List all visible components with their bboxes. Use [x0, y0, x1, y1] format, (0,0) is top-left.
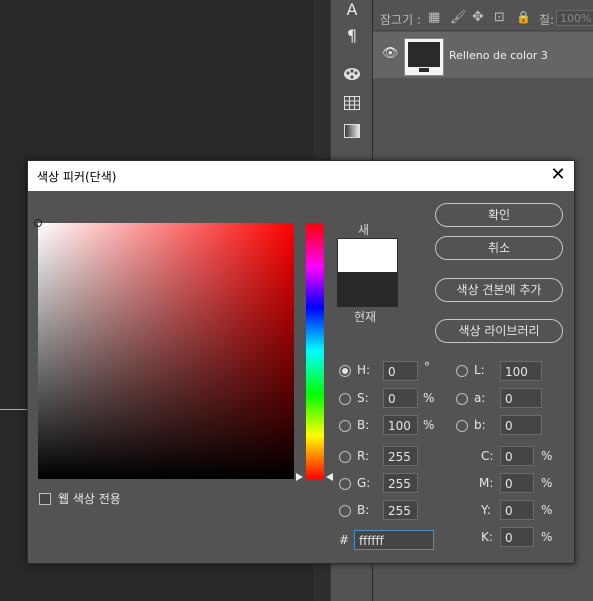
web-colors-checkbox[interactable]: [39, 493, 51, 505]
yellow-label: Y:: [481, 503, 491, 517]
cyan-label: C:: [481, 449, 494, 463]
lab-b-radio[interactable]: [456, 420, 468, 432]
blue-label: B:: [357, 503, 370, 517]
color-field[interactable]: [34, 219, 294, 479]
ok-button[interactable]: 확인: [435, 203, 563, 227]
paragraph-icon[interactable]: ¶: [331, 26, 373, 45]
brightness-unit: %: [423, 418, 435, 432]
dialog-title: 색상 피커(단색): [37, 170, 117, 184]
lock-icon[interactable]: 🔒: [516, 10, 531, 24]
red-input[interactable]: 255: [383, 446, 418, 466]
green-label: G:: [357, 476, 371, 490]
magenta-input[interactable]: 0: [500, 473, 534, 493]
gradient-icon[interactable]: [331, 123, 373, 142]
black-input[interactable]: 0: [500, 527, 534, 547]
fill-input[interactable]: 100%: [556, 10, 593, 26]
yellow-input[interactable]: 0: [500, 500, 534, 520]
current-color-label: 현재: [354, 310, 377, 324]
type-tool-icon[interactable]: A: [331, 0, 373, 19]
new-color-swatch: [337, 238, 398, 273]
brightness-input[interactable]: 100: [383, 415, 418, 435]
hue-radio[interactable]: [339, 365, 351, 377]
lab-b-label: b:: [474, 418, 486, 432]
green-radio[interactable]: [339, 478, 351, 490]
magenta-label: M:: [479, 476, 494, 490]
dialog-titlebar[interactable]: 색상 피커(단색) ✕: [28, 161, 574, 191]
color-field-cursor[interactable]: [34, 219, 42, 227]
green-input[interactable]: 255: [383, 473, 418, 493]
lab-l-radio[interactable]: [456, 365, 468, 377]
black-unit: %: [541, 530, 553, 544]
lock-row: 잠그기 : ▦ 🖌 ✥ ⊡ 🔒 칠: 100%: [373, 8, 593, 31]
add-to-swatches-button[interactable]: 색상 견본에 추가: [435, 278, 563, 302]
lab-b-input[interactable]: 0: [500, 415, 542, 435]
guide-line: [0, 409, 28, 410]
hue-slider[interactable]: [306, 223, 324, 479]
current-color-swatch[interactable]: [337, 272, 398, 307]
table-icon[interactable]: [331, 95, 373, 114]
layer-thumbnail: [404, 38, 444, 76]
palette-icon[interactable]: [331, 66, 373, 85]
lab-l-input[interactable]: 100: [500, 361, 542, 381]
color-libraries-button[interactable]: 색상 라이브러리: [435, 319, 563, 343]
magenta-unit: %: [541, 476, 553, 490]
lab-a-input[interactable]: 0: [500, 388, 542, 408]
lab-a-radio[interactable]: [456, 393, 468, 405]
cyan-input[interactable]: 0: [500, 446, 534, 466]
new-color-label: 새: [358, 223, 370, 237]
saturation-input[interactable]: 0: [383, 388, 418, 408]
lock-pixels-icon[interactable]: ▦: [428, 10, 440, 25]
hue-slider-right-arrow[interactable]: [326, 473, 333, 481]
eye-icon[interactable]: 👁: [382, 46, 399, 61]
move-icon[interactable]: ✥: [472, 9, 484, 25]
hue-slider-left-arrow[interactable]: [296, 473, 303, 481]
brush-icon[interactable]: 🖌: [450, 10, 467, 25]
saturation-unit: %: [423, 391, 435, 405]
hue-unit: °: [424, 360, 430, 374]
layer-name: Relleno de color 3: [449, 49, 548, 62]
yellow-unit: %: [541, 503, 553, 517]
lab-a-label: a:: [474, 391, 486, 405]
black-label: K:: [481, 530, 493, 544]
artboard-icon[interactable]: ⊡: [494, 10, 505, 25]
brightness-label: B:: [357, 418, 370, 432]
red-radio[interactable]: [339, 451, 351, 463]
web-colors-label: 웹 색상 전용: [58, 492, 121, 506]
close-icon[interactable]: ✕: [548, 165, 568, 185]
hex-input[interactable]: ffffff: [354, 530, 434, 550]
red-label: R:: [357, 449, 370, 463]
layer-row[interactable]: 👁 Relleno de color 3: [373, 32, 593, 78]
saturation-radio[interactable]: [339, 393, 351, 405]
lab-l-label: L:: [474, 363, 485, 377]
blue-input[interactable]: 255: [383, 500, 418, 520]
cancel-button[interactable]: 취소: [435, 236, 563, 260]
saturation-label: S:: [357, 391, 369, 405]
brightness-radio[interactable]: [339, 420, 351, 432]
fill-label: 칠:: [539, 13, 555, 27]
blue-radio[interactable]: [339, 505, 351, 517]
lock-label: 잠그기 :: [380, 13, 421, 27]
color-picker-dialog: 색상 피커(단색) ✕ 새 현재 확인 취소 색상 견본에 추가 색상 라이브러…: [27, 160, 575, 564]
hex-label: #: [339, 533, 350, 547]
cyan-unit: %: [541, 449, 553, 463]
hue-input[interactable]: 0: [383, 361, 418, 381]
hue-label: H:: [357, 363, 371, 377]
